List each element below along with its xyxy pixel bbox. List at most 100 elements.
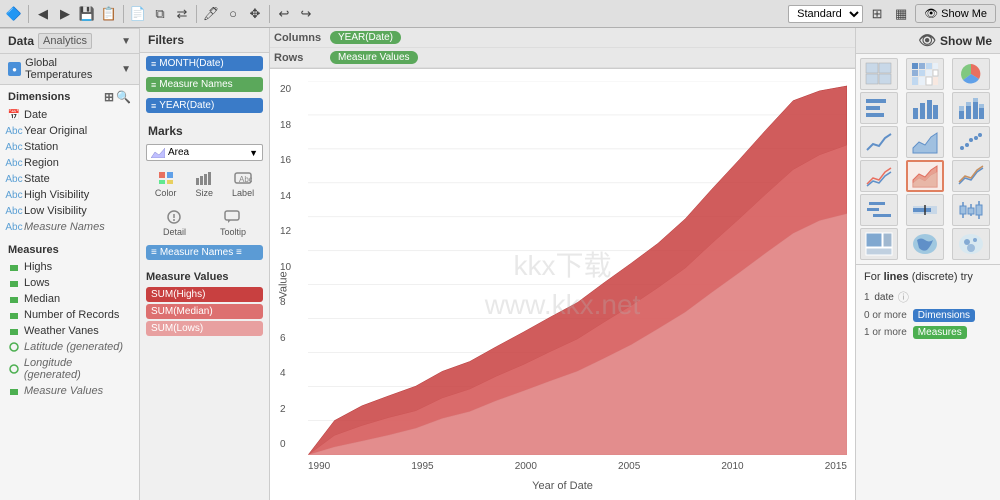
duplicate-icon[interactable]: ⧉ — [150, 4, 170, 24]
suggestion-date-info-icon: ⓘ — [898, 289, 909, 305]
dim-item-year-original[interactable]: Abc Year Original — [0, 123, 139, 139]
dim-item-region[interactable]: Abc Region — [0, 155, 139, 171]
measure-item-lows[interactable]: Lows — [0, 275, 139, 291]
save-icon[interactable]: 💾 — [77, 4, 97, 24]
filters-header: Filters — [140, 28, 269, 53]
chart-pie[interactable] — [952, 58, 990, 90]
dim-item-date[interactable]: 📅 Date — [0, 107, 139, 123]
chart-gantt[interactable] — [860, 194, 898, 226]
measure-item-weather-vanes[interactable]: Weather Vanes — [0, 323, 139, 339]
sum-lows-label: SUM(Lows) — [151, 323, 203, 334]
marks-header: Marks — [140, 120, 269, 142]
sum-median-tag[interactable]: SUM(Median) — [146, 304, 263, 319]
dim-state-label: State — [24, 173, 50, 185]
measure-item-longitude[interactable]: Longitude (generated) — [0, 355, 139, 383]
chart-stacked-bar[interactable] — [952, 92, 990, 124]
chart-dual-line[interactable] — [952, 160, 990, 192]
data-analytics-header: Data Analytics ▼ — [0, 28, 139, 54]
measure-num-records-label: Number of Records — [24, 309, 119, 321]
dim-item-high-visibility[interactable]: Abc High Visibility — [0, 187, 139, 203]
undo-icon[interactable]: ↩ — [274, 4, 294, 24]
dim-item-measure-names[interactable]: Abc Measure Names — [0, 219, 139, 235]
separator-2 — [123, 5, 124, 23]
chart-multi-line[interactable] — [860, 160, 898, 192]
chart-treemap[interactable] — [860, 228, 898, 260]
filter-measure-names[interactable]: ≡ Measure Names — [146, 77, 263, 92]
measure-item-highs[interactable]: Highs — [0, 259, 139, 275]
datasource-dropdown-icon[interactable]: ▼ — [121, 64, 131, 75]
suggestion-row-date: 1 date ⓘ — [864, 287, 992, 307]
chart-map-symbol[interactable] — [952, 228, 990, 260]
measure-names-pill[interactable]: ≡ Measure Names ≡ — [146, 245, 263, 260]
suggestion-section: For lines (discrete) try 1 date ⓘ 0 or m… — [856, 264, 1000, 345]
chart-vert-bar[interactable] — [906, 92, 944, 124]
detail-button[interactable]: Detail — [161, 206, 188, 239]
dim-measure-names-label: Measure Names — [24, 221, 105, 233]
columns-year-date-pill[interactable]: YEAR(Date) — [330, 31, 401, 44]
standard-selector[interactable]: Standard — [788, 5, 863, 23]
filter-year-date[interactable]: ≡ YEAR(Date) — [146, 98, 263, 113]
chart-text-table[interactable] — [860, 58, 898, 90]
tableau-logo-icon[interactable]: 🔷 — [4, 4, 24, 24]
measure-item-measure-values[interactable]: Measure Values — [0, 383, 139, 399]
dim-item-station[interactable]: Abc Station — [0, 139, 139, 155]
area-icon — [151, 148, 165, 158]
chart-box-whisker[interactable] — [952, 194, 990, 226]
fit-icon[interactable]: ⊞ — [867, 4, 887, 24]
chart-heat-map[interactable] — [906, 58, 944, 90]
data-label[interactable]: Data — [8, 34, 34, 48]
label-button[interactable]: Abc Label — [230, 167, 256, 200]
present-icon[interactable]: ▦ — [891, 4, 911, 24]
back-icon[interactable]: ◀ — [33, 4, 53, 24]
measure-item-latitude[interactable]: Latitude (generated) — [0, 339, 139, 355]
tooltip-label: Tooltip — [220, 227, 246, 237]
suggestion-row-measures: 1 or more Measures — [864, 324, 992, 341]
rows-measure-values-pill[interactable]: Measure Values — [330, 51, 418, 64]
dimensions-grid-icon[interactable]: ⊞ — [104, 90, 114, 104]
chart-horiz-bar[interactable] — [860, 92, 898, 124]
dim-abc-icon: Abc — [8, 125, 20, 137]
show-me-button[interactable]: 👁 Show Me — [915, 4, 996, 23]
analytics-button[interactable]: Analytics — [38, 33, 92, 49]
dim-item-state[interactable]: Abc State — [0, 171, 139, 187]
shelf-area: Columns YEAR(Date) Rows Measure Values — [270, 28, 855, 69]
dim-abc-icon-3: Abc — [8, 157, 20, 169]
forward-icon[interactable]: ▶ — [55, 4, 75, 24]
datasource-row[interactable]: ● Global Temperatures ▼ — [0, 54, 139, 85]
left-panel: Data Analytics ▼ ● Global Temperatures ▼… — [0, 28, 140, 500]
size-label: Size — [195, 188, 213, 198]
chart-line[interactable] — [860, 126, 898, 158]
swap-icon[interactable]: ⇄ — [172, 4, 192, 24]
dimensions-search-icon[interactable]: 🔍 — [116, 90, 131, 104]
show-me-eye-icon: 👁 — [918, 32, 936, 49]
save-as-icon[interactable]: 📋 — [99, 4, 119, 24]
dimensions-badge: Dimensions — [913, 309, 975, 322]
measure-item-num-records[interactable]: Number of Records — [0, 307, 139, 323]
show-me-header: 👁 Show Me — [856, 28, 1000, 54]
filter-month-date[interactable]: ≡ MONTH(Date) — [146, 56, 263, 71]
chart-scatter[interactable] — [952, 126, 990, 158]
dim-item-low-visibility[interactable]: Abc Low Visibility — [0, 203, 139, 219]
measure-icon-longitude — [8, 363, 20, 375]
color-button[interactable]: Color — [153, 167, 179, 200]
sum-highs-tag[interactable]: SUM(Highs) — [146, 287, 263, 302]
measure-icon-highs — [8, 261, 20, 273]
label-label: Label — [232, 188, 254, 198]
panel-dropdown-icon[interactable]: ▼ — [121, 36, 131, 47]
chart-area-lines[interactable] — [906, 160, 944, 192]
chart-area[interactable] — [906, 126, 944, 158]
marks-type-dropdown[interactable]: Area ▼ — [146, 144, 263, 161]
size-button[interactable]: Size — [192, 167, 216, 200]
redo-icon[interactable]: ↪ — [296, 4, 316, 24]
label-icon: Abc — [233, 169, 253, 187]
new-sheet-icon[interactable]: 📄 — [128, 4, 148, 24]
chart-map-filled[interactable] — [906, 228, 944, 260]
lasso-icon[interactable]: ○ — [223, 4, 243, 24]
tooltip-button[interactable]: Tooltip — [218, 206, 248, 239]
dim-abc-icon-5: Abc — [8, 189, 20, 201]
sum-lows-tag[interactable]: SUM(Lows) — [146, 321, 263, 336]
measure-item-median[interactable]: Median — [0, 291, 139, 307]
pan-icon[interactable]: ✥ — [245, 4, 265, 24]
highlight-icon[interactable]: 🖊 — [201, 4, 221, 24]
chart-bullet[interactable] — [906, 194, 944, 226]
